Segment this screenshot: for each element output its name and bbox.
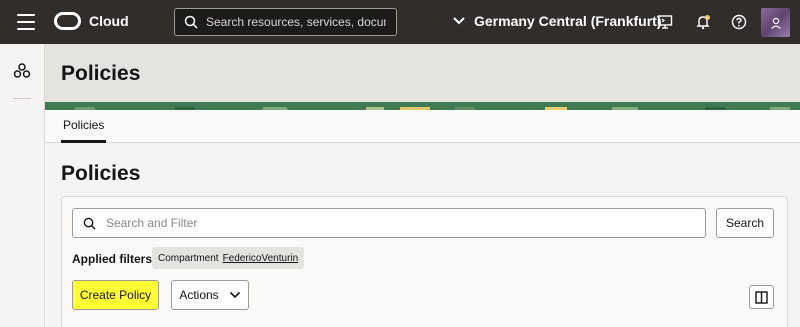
cloud-shell-icon[interactable]	[655, 12, 675, 32]
chevron-down-icon	[453, 17, 465, 25]
chip-label: Compartment	[158, 252, 219, 264]
search-icon	[83, 217, 96, 230]
page-title: Policies	[61, 62, 141, 85]
oracle-logo-icon	[54, 12, 81, 30]
brand-label: Cloud	[89, 13, 129, 29]
logo[interactable]: Cloud	[54, 12, 129, 30]
menu-icon[interactable]	[17, 14, 35, 30]
filter-input[interactable]	[106, 216, 666, 230]
chevron-down-icon	[229, 291, 240, 299]
actions-label: Actions	[179, 288, 219, 302]
create-policy-button[interactable]: Create Policy	[72, 280, 159, 310]
page-header: Policies	[45, 44, 800, 110]
section-title: Policies	[61, 162, 141, 185]
global-search-input[interactable]	[206, 15, 386, 29]
top-bar: Cloud Germany Central (Frankfurt)	[0, 0, 800, 44]
help-icon[interactable]	[729, 12, 749, 32]
search-icon	[184, 15, 198, 29]
global-search[interactable]	[174, 8, 397, 36]
applied-filters-label: Applied filters	[72, 252, 153, 266]
identity-icon[interactable]	[13, 62, 31, 80]
policies-panel: Search Applied filters Compartment Feder…	[61, 196, 788, 327]
actions-button[interactable]: Actions	[171, 280, 249, 310]
filter-search[interactable]	[72, 208, 706, 238]
compartment-filter-chip[interactable]: Compartment FedericoVenturin	[152, 247, 305, 269]
search-button[interactable]: Search	[716, 208, 774, 238]
column-toggle-button[interactable]	[749, 285, 774, 309]
profile-icon[interactable]	[761, 8, 790, 37]
header-banner	[45, 102, 800, 110]
region-label: Germany Central (Frankfurt)	[474, 13, 662, 29]
left-rail	[0, 44, 45, 327]
chip-value-link[interactable]: FedericoVenturin	[223, 253, 299, 264]
tab-bar: Policies	[45, 110, 800, 143]
columns-icon	[755, 290, 768, 304]
region-selector[interactable]: Germany Central (Frankfurt)	[452, 13, 661, 29]
notifications-icon[interactable]	[693, 12, 713, 32]
tab-policies[interactable]: Policies	[61, 110, 107, 143]
rail-divider	[13, 98, 31, 99]
main-content: Policies Search Applied filters Compartm…	[45, 144, 800, 327]
